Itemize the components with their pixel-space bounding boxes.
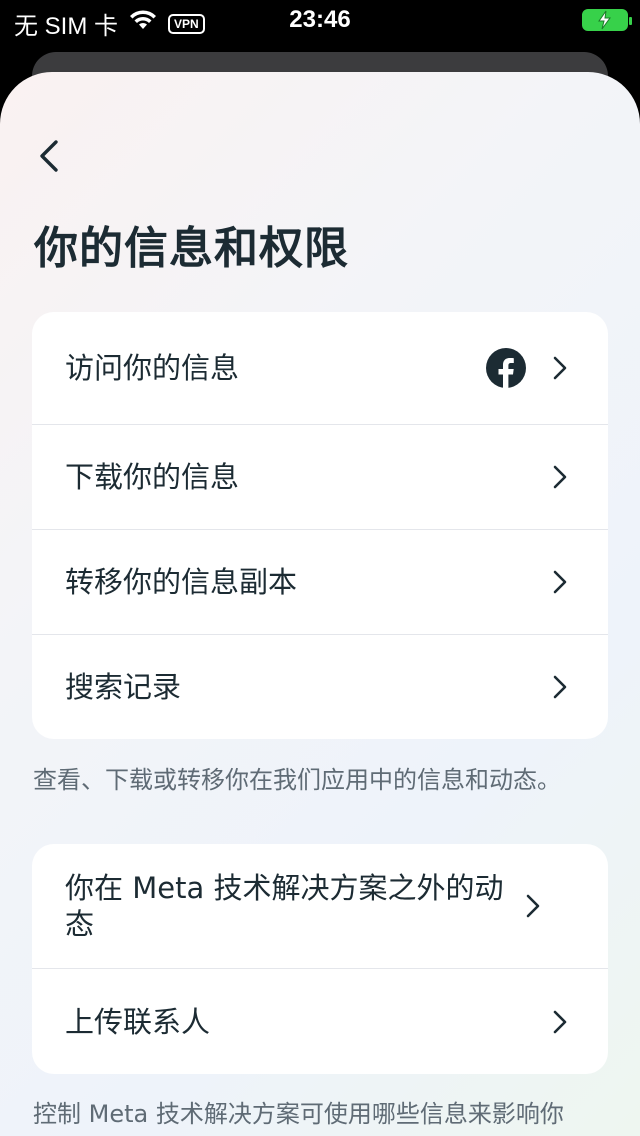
row-label: 你在 Meta 技术解决方案之外的动态 [65,871,504,941]
row-download-info[interactable]: 下载你的信息 [32,425,608,530]
chevron-right-icon [553,570,567,594]
chevron-right-icon [553,675,567,699]
chevron-right-icon [553,1010,567,1033]
row-label: 搜索记录 [65,670,182,704]
row-label: 转移你的信息副本 [65,565,298,599]
row-transfer-copy[interactable]: 转移你的信息副本 [32,530,608,635]
row-label: 上传联系人 [65,1004,211,1039]
row-access-info[interactable]: 访问你的信息 [32,312,608,425]
section-caption: 控制 Meta 技术解决方案可使用哪些信息来影响你 [33,1100,564,1128]
chevron-left-icon [40,140,58,172]
page-title: 你的信息和权限 [34,223,349,274]
chevron-right-icon [553,465,567,489]
row-search-history[interactable]: 搜索记录 [32,635,608,739]
facebook-icon [486,348,526,388]
row-upload-contacts[interactable]: 上传联系人 [32,969,608,1074]
row-off-meta-activity[interactable]: 你在 Meta 技术解决方案之外的动态 [32,844,608,969]
status-bar: 无 SIM 卡 VPN 23:46 [0,0,640,40]
info-card: 访问你的信息 下载你的信息 转移你的信息副本 搜索记录 [32,312,608,739]
row-label: 下载你的信息 [65,460,240,494]
battery-charging-icon [582,9,632,31]
section-caption: 查看、下载或转移你在我们应用中的信息和动态。 [33,766,561,794]
activity-card: 你在 Meta 技术解决方案之外的动态 上传联系人 [32,844,608,1074]
row-label: 访问你的信息 [65,351,240,385]
back-button[interactable] [34,134,74,178]
status-time: 23:46 [289,6,351,33]
chevron-right-icon [526,894,540,918]
chevron-right-icon [553,356,567,380]
settings-sheet: 你的信息和权限 访问你的信息 下载你的信息 转移你的信息副本 搜索记录 查看、下… [0,72,640,1136]
